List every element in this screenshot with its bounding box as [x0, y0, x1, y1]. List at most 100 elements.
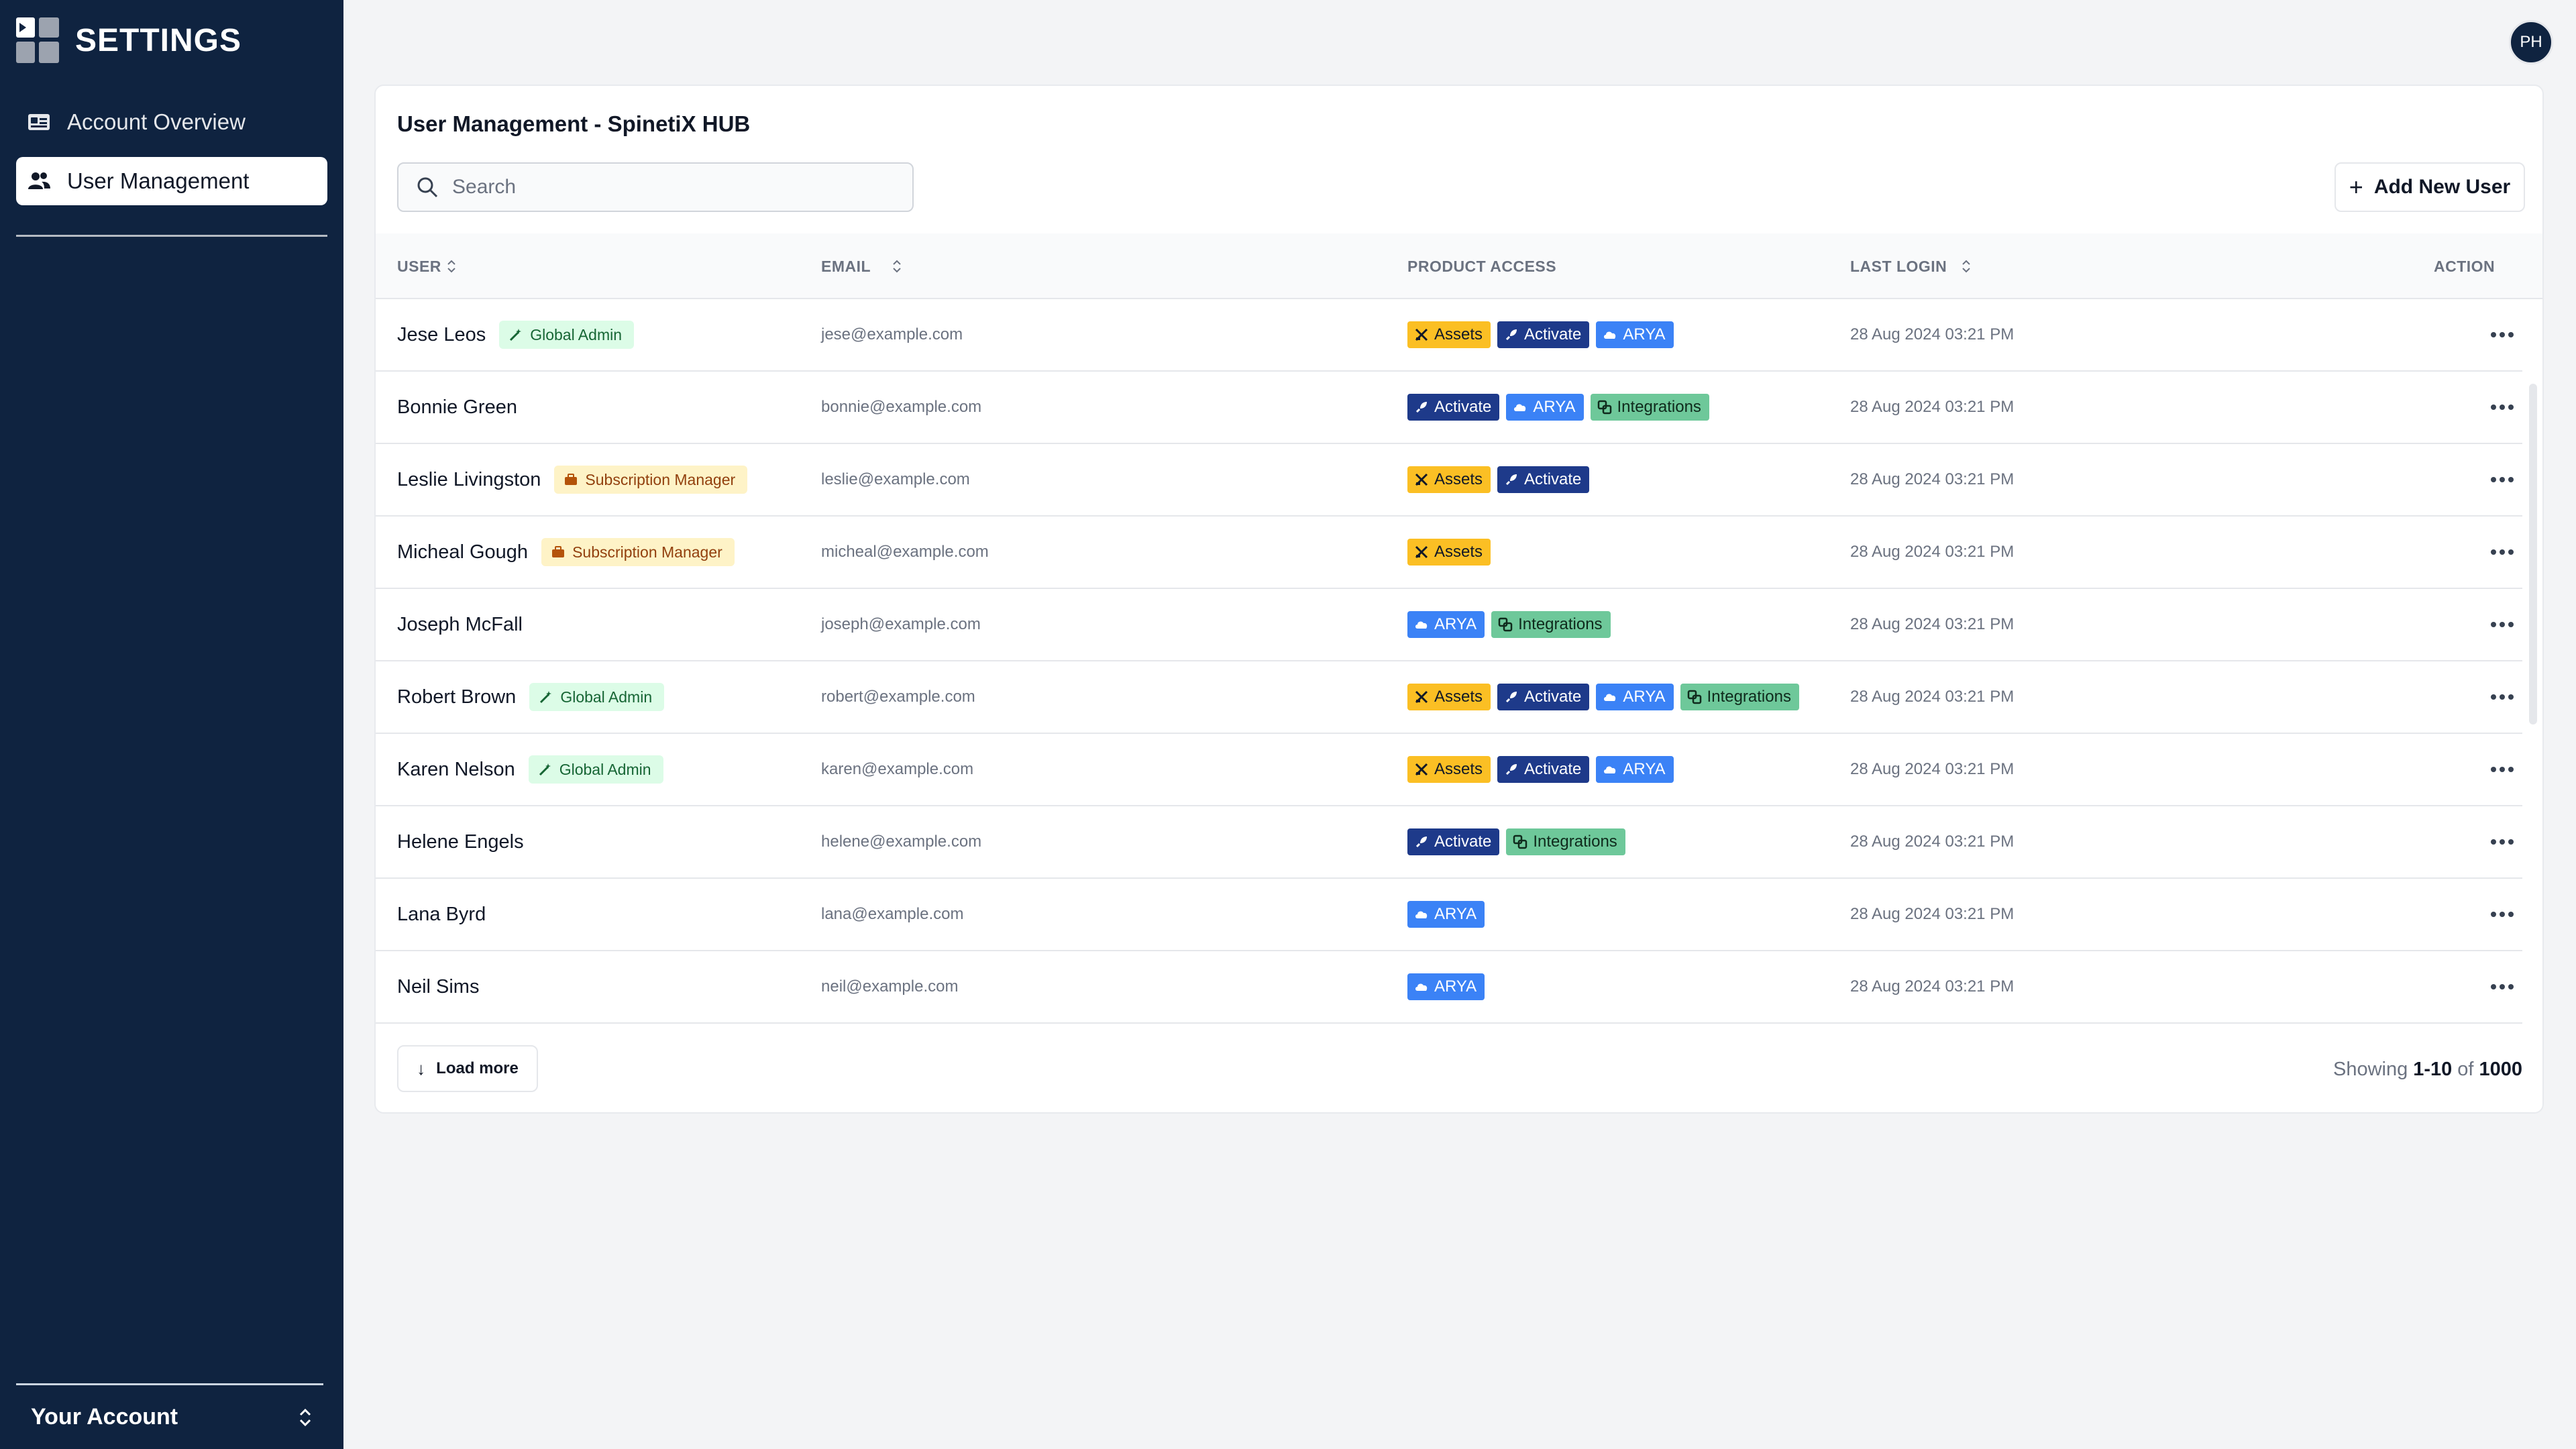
row-actions-button[interactable]	[2475, 806, 2529, 877]
wand-icon	[539, 763, 551, 776]
row-actions-button[interactable]	[2475, 879, 2529, 950]
integrations-icon	[1498, 617, 1513, 632]
last-login-cell: 28 Aug 2024 03:21 PM	[1850, 615, 2015, 633]
role-badge: Global Admin	[499, 321, 635, 349]
table-row: Joseph McFall joseph@example.com ARYA Int…	[376, 589, 2522, 661]
rocket-icon	[1415, 402, 1427, 413]
product-tag-label: ARYA	[1434, 905, 1477, 923]
email-cell: karen@example.com	[821, 760, 974, 778]
more-horizontal-icon	[2491, 405, 2514, 410]
id-card-icon	[25, 109, 52, 136]
column-last-login[interactable]: LAST LOGIN	[1850, 233, 1971, 299]
product-tag-arya: ARYA	[1596, 321, 1674, 348]
cloud-icon	[1415, 983, 1428, 991]
user-cell: Neil Sims	[397, 951, 479, 1022]
rocket-icon	[1415, 837, 1427, 848]
user-cell: Joseph McFall	[397, 589, 523, 660]
product-tag-arya: ARYA	[1596, 756, 1674, 783]
showing-prefix: Showing	[2333, 1058, 2408, 1080]
table-header: USER EMAIL PRODUCT ACCESS LAST LOGIN ACT…	[376, 233, 2542, 299]
role-badge-label: Global Admin	[559, 760, 651, 778]
product-tag-label: ARYA	[1623, 760, 1666, 778]
table-scrollbar[interactable]	[2526, 301, 2540, 1110]
row-actions-button[interactable]	[2475, 951, 2529, 1022]
more-horizontal-icon	[2491, 622, 2514, 627]
wand-icon	[510, 329, 522, 341]
product-tag-label: Assets	[1434, 688, 1483, 706]
pagination-summary: Showing 1-10 of 1000	[2333, 1055, 2522, 1084]
product-tag-label: ARYA	[1434, 977, 1477, 996]
your-account-menu[interactable]: Your Account	[16, 1383, 323, 1449]
product-access-cell: ARYA Integrations	[1407, 589, 1617, 660]
product-access-cell: Assets Activate	[1407, 444, 1596, 515]
role-badge-label: Subscription Manager	[585, 470, 736, 488]
product-tag-label: Integrations	[1518, 615, 1603, 633]
scrollbar-thumb[interactable]	[2529, 384, 2537, 724]
column-product-access: PRODUCT ACCESS	[1407, 233, 1556, 299]
user-cell: Karen Nelson Global Admin	[397, 734, 663, 805]
cloud-icon	[1415, 621, 1428, 629]
product-tag-arya: ARYA	[1407, 901, 1485, 928]
row-actions-button[interactable]	[2475, 299, 2529, 370]
row-actions-button[interactable]	[2475, 517, 2529, 588]
product-tag-label: Activate	[1524, 325, 1582, 343]
assets-icon	[1415, 328, 1428, 341]
table-row: Bonnie Green bonnie@example.com Activate…	[376, 372, 2522, 444]
more-horizontal-icon	[2491, 549, 2514, 555]
integrations-icon	[1513, 835, 1527, 849]
row-actions-button[interactable]	[2475, 444, 2529, 515]
user-cell: Micheal Gough Subscription Manager	[397, 517, 735, 588]
load-more-button[interactable]: ↓ Load more	[397, 1045, 538, 1092]
row-actions-button[interactable]	[2475, 372, 2529, 443]
more-horizontal-icon	[2491, 332, 2514, 337]
more-horizontal-icon	[2491, 839, 2514, 845]
table-row: Jese Leos Global Admin jese@example.com A…	[376, 299, 2522, 372]
table-row: Lana Byrd lana@example.com ARYA 28 Aug 2…	[376, 879, 2522, 951]
product-tag-label: ARYA	[1533, 398, 1576, 416]
wand-icon	[540, 691, 552, 704]
column-product-access-label: PRODUCT ACCESS	[1407, 257, 1557, 275]
product-tag-activate: Activate	[1497, 684, 1590, 710]
last-login-cell: 28 Aug 2024 03:21 PM	[1850, 470, 2015, 488]
assets-icon	[1415, 763, 1428, 776]
column-email[interactable]: EMAIL	[821, 233, 902, 299]
showing-of: of	[2457, 1058, 2474, 1080]
product-tag-arya: ARYA	[1596, 684, 1674, 710]
add-new-user-button[interactable]: + Add New User	[2334, 162, 2525, 212]
last-login-cell: 28 Aug 2024 03:21 PM	[1850, 833, 2015, 851]
product-tag-activate: Activate	[1407, 394, 1500, 421]
product-tag-assets: Assets	[1407, 684, 1491, 710]
sidebar-item-user-management[interactable]: User Management	[16, 157, 327, 205]
briefcase-icon	[552, 546, 565, 557]
user-cell: Robert Brown Global Admin	[397, 661, 665, 733]
sidebar-item-label: User Management	[67, 168, 250, 193]
product-access-cell: Assets	[1407, 517, 1497, 588]
column-email-label: EMAIL	[821, 257, 871, 275]
row-actions-button[interactable]	[2475, 589, 2529, 660]
row-actions-button[interactable]	[2475, 661, 2529, 733]
user-table-body: Jese Leos Global Admin jese@example.com A…	[376, 299, 2522, 1024]
user-name: Joseph McFall	[397, 613, 523, 635]
product-tag-label: ARYA	[1623, 325, 1666, 343]
email-cell: micheal@example.com	[821, 543, 989, 561]
user-management-card: User Management - SpinetiX HUB + Add New…	[374, 85, 2544, 1114]
assets-icon	[1415, 690, 1428, 704]
table-row: Robert Brown Global Admin robert@example.…	[376, 661, 2522, 734]
sidebar-item-account-overview[interactable]: Account Overview	[16, 98, 327, 146]
row-actions-button[interactable]	[2475, 734, 2529, 805]
search-box	[397, 162, 914, 212]
email-cell: joseph@example.com	[821, 615, 981, 633]
column-user[interactable]: USER	[397, 233, 456, 299]
product-tag-activate: Activate	[1497, 756, 1590, 783]
product-access-cell: Activate ARYA Integrations	[1407, 372, 1716, 443]
rocket-icon	[1505, 474, 1517, 486]
product-tag-label: Activate	[1524, 688, 1582, 706]
cloud-icon	[1604, 766, 1616, 773]
rocket-icon	[1505, 692, 1517, 703]
briefcase-icon	[565, 474, 578, 485]
product-tag-activate: Activate	[1497, 466, 1590, 493]
product-tag-assets: Assets	[1407, 756, 1491, 783]
sort-icon	[1962, 260, 1970, 273]
search-input[interactable]	[452, 176, 895, 199]
user-avatar[interactable]: PH	[2509, 20, 2553, 64]
